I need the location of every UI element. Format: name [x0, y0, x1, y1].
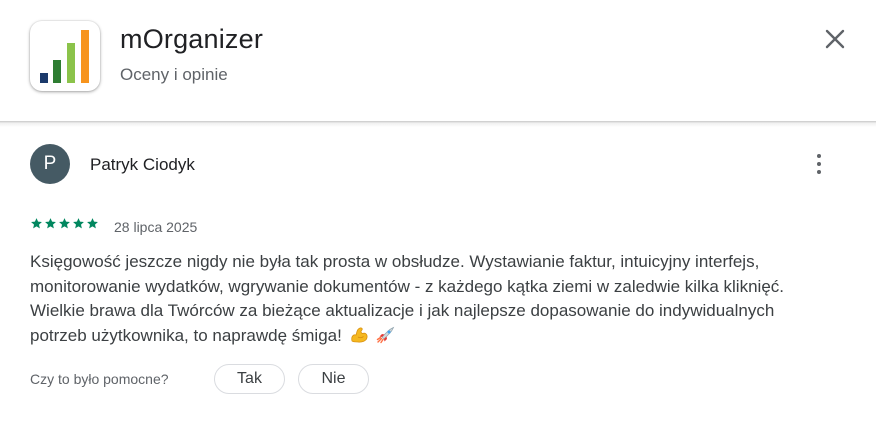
helpful-no-button[interactable]: Nie: [298, 364, 369, 394]
star-icon: [31, 218, 42, 229]
more-vert-icon: [817, 162, 821, 166]
review-text: Księgowość jeszcze nigdy nie była tak pr…: [30, 250, 850, 348]
star-rating: [30, 217, 99, 230]
close-button[interactable]: [818, 22, 852, 56]
rocket-icon: [377, 326, 395, 343]
reviewer-name: Patryk Ciodyk: [90, 155, 195, 174]
star-icon: [73, 218, 84, 229]
more-vert-icon: [817, 170, 821, 174]
more-options-button[interactable]: [804, 148, 834, 180]
header-divider: [0, 121, 876, 127]
review-text-line: Księgowość jeszcze nigdy nie była tak pr…: [30, 252, 760, 271]
star-icon: [45, 218, 56, 229]
avatar: P: [30, 144, 70, 184]
app-title: mOrganizer: [120, 24, 264, 54]
star-icon: [59, 218, 70, 229]
more-vert-icon: [817, 154, 821, 158]
dialog-header: mOrganizer Oceny i opinie: [0, 0, 876, 122]
star-icon: [87, 218, 98, 229]
review-text-line-content: potrzeb użytkownika, to naprawdę śmiga!: [30, 325, 342, 345]
review-text-line: Wielkie brawa dla Twórców za bieżące akt…: [30, 301, 775, 320]
app-subtitle: Oceny i opinie: [120, 65, 228, 84]
review-date: 28 lipca 2025: [114, 219, 198, 235]
close-icon: [825, 29, 845, 49]
review-text-line: monitorowanie wydatków, wgrywanie dokume…: [30, 276, 784, 296]
review-text-line: potrzeb użytkownika, to naprawdę śmiga!: [30, 324, 850, 349]
helpful-question: Czy to było pomocne?: [30, 371, 169, 387]
flexed-biceps-icon: [350, 327, 368, 342]
helpful-yes-button[interactable]: Tak: [214, 364, 285, 394]
app-logo-icon: [30, 21, 100, 91]
